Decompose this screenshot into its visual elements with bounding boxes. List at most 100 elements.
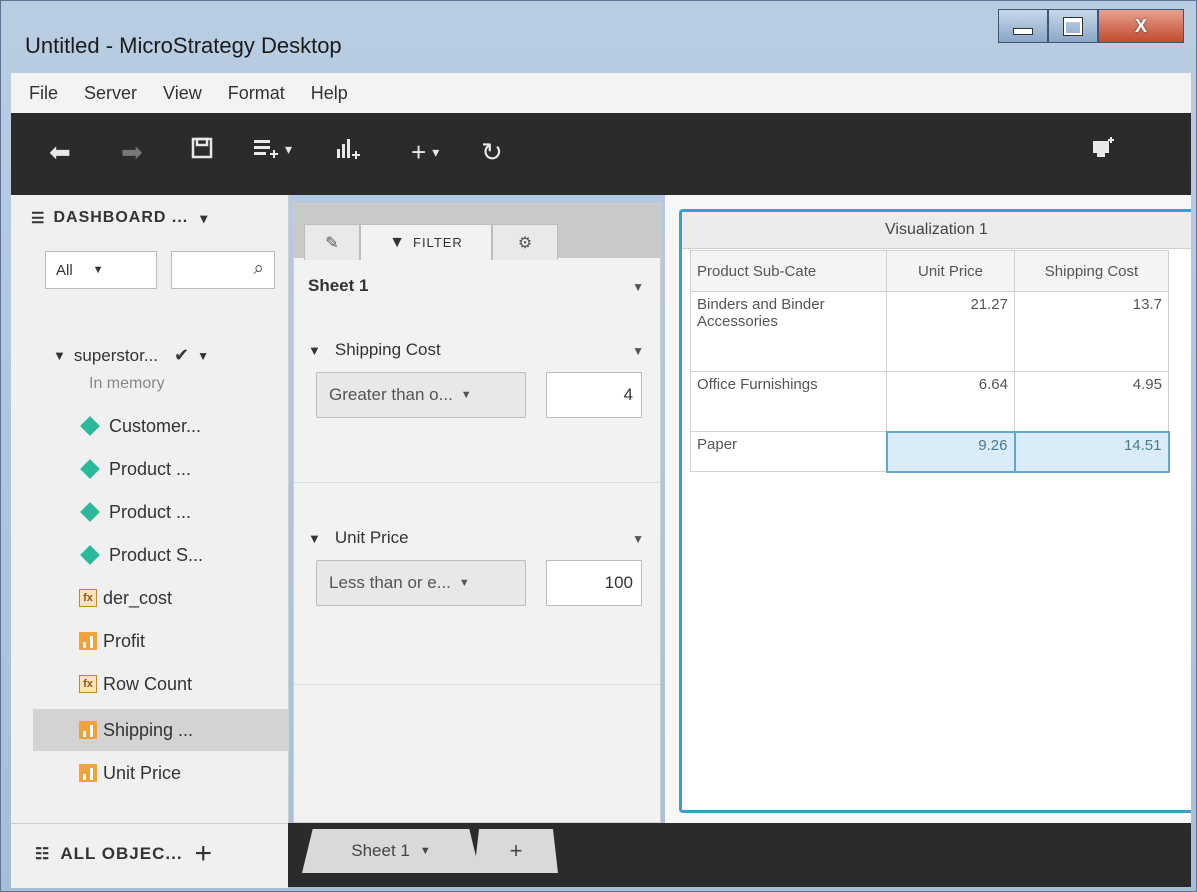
sheet-tab[interactable]: Sheet 1 ▼ <box>302 829 480 873</box>
shipping-cost-operator-select[interactable]: Greater than o... ▼ <box>316 372 526 418</box>
unit-price-operator-select[interactable]: Less than or e... ▼ <box>316 560 526 606</box>
unit-price-value-input[interactable]: 100 <box>546 560 642 606</box>
attribute-icon <box>80 502 100 522</box>
chevron-down-icon: ▼ <box>458 577 470 589</box>
chevron-down-icon: ▾ <box>200 209 209 226</box>
object-item-profit[interactable]: Profit <box>79 624 145 658</box>
present-icon <box>1093 137 1114 157</box>
object-item-product-2[interactable]: Product ... <box>79 495 191 529</box>
unit-price-cell[interactable]: 9.26 <box>885 430 1016 473</box>
visualization-container[interactable]: Visualization 1 Product Sub-Cate Unit Pr… <box>679 209 1191 813</box>
add-visualization-button[interactable] <box>335 137 361 161</box>
row-header-cell[interactable]: Binders and Binder Accessories <box>690 291 887 372</box>
shipping-cost-cell[interactable]: 13.7 <box>1014 291 1169 372</box>
table-row: Binders and Binder Accessories 21.27 13.… <box>690 291 1169 372</box>
object-label: Profit <box>103 630 146 651</box>
metric-icon <box>79 721 97 739</box>
maximize-button[interactable] <box>1048 9 1098 43</box>
sheet-tab-label: Sheet 1 <box>351 841 410 860</box>
object-item-row-count[interactable]: fx Row Count <box>79 667 192 701</box>
object-type-value: All <box>56 261 73 279</box>
derived-metric-icon: fx <box>79 589 97 607</box>
add-dataset-icon[interactable]: + <box>195 839 214 869</box>
insert-icon: + <box>411 137 427 167</box>
shipping-cost-cell[interactable]: 14.51 <box>1013 430 1170 473</box>
object-item-unit-price[interactable]: Unit Price <box>79 756 181 790</box>
unit-price-cell[interactable]: 21.27 <box>886 291 1015 372</box>
all-objects-label: ALL OBJEC... <box>60 844 183 863</box>
all-objects-button[interactable]: ☷ ALL OBJEC... + <box>35 839 214 869</box>
table-row: Paper 9.26 14.51 <box>690 430 1170 473</box>
redo-icon: ➡ <box>121 137 143 167</box>
save-icon <box>191 137 213 159</box>
checkmark-icon: ✔ <box>173 345 190 365</box>
edit-icon: ✎ <box>325 234 339 252</box>
title-bar[interactable]: Untitled - MicroStrategy Desktop X <box>1 1 1197 69</box>
operator-value: Less than or e... <box>329 573 451 592</box>
menu-server[interactable]: Server <box>84 83 137 104</box>
object-item-shipping[interactable]: Shipping ... <box>79 713 193 747</box>
shipping-cost-cell[interactable]: 4.95 <box>1014 371 1169 432</box>
add-sheet-button[interactable]: + <box>474 829 558 873</box>
filter-sheet-selector[interactable]: Sheet 1 ▼ <box>308 276 644 296</box>
collapse-arrow-icon: ▼ <box>308 531 321 546</box>
chevron-down-icon: ▾ <box>432 144 440 160</box>
insert-button[interactable]: + ▾ <box>411 137 439 168</box>
object-label: Product S... <box>109 544 204 565</box>
chevron-down-icon: ▼ <box>632 280 644 294</box>
unit-price-cell[interactable]: 6.64 <box>886 371 1015 432</box>
menu-view[interactable]: View <box>163 83 202 104</box>
add-data-button[interactable]: ▾ <box>253 137 292 161</box>
attribute-icon <box>80 545 100 565</box>
attribute-icon <box>80 416 100 436</box>
redo-button[interactable]: ➡ <box>121 137 143 168</box>
chevron-down-icon: ▾ <box>285 140 293 157</box>
list-icon: ☷ <box>35 846 51 863</box>
row-header-cell[interactable]: Office Furnishings <box>690 371 887 432</box>
menu-format[interactable]: Format <box>228 83 285 104</box>
grid-table: Product Sub-Cate Unit Price Shipping Cos… <box>690 250 1170 473</box>
collapse-arrow-icon: ▼ <box>308 343 321 358</box>
menu-file[interactable]: File <box>29 83 58 104</box>
filter-panel: ✎ ▼ FILTER ⚙ Sheet 1 ▼ ▼ Shipping Cost ▼ … <box>293 203 661 823</box>
tab-editor[interactable]: ✎ <box>304 224 360 260</box>
present-button[interactable] <box>1091 137 1115 159</box>
chevron-down-icon: ▼ <box>419 845 431 857</box>
column-header[interactable]: Product Sub-Cate <box>690 250 887 292</box>
dataset-item[interactable]: ▼ superstor... ✔ ▼ <box>53 345 209 366</box>
minimize-button[interactable] <box>998 9 1048 43</box>
object-label: Row Count <box>103 673 193 694</box>
save-button[interactable] <box>191 137 213 159</box>
object-item-der-cost[interactable]: fx der_cost <box>79 581 172 615</box>
tab-filter-label: FILTER <box>413 235 463 250</box>
object-search-input[interactable]: ⌕ <box>171 251 275 289</box>
close-button[interactable]: X <box>1098 9 1184 43</box>
column-header[interactable]: Unit Price <box>886 250 1015 292</box>
visualization-title[interactable]: Visualization 1 <box>682 212 1191 249</box>
table-row: Office Furnishings 6.64 4.95 <box>690 371 1169 432</box>
filter-unit-price-header[interactable]: ▼ Unit Price ▼ <box>308 528 644 548</box>
chevron-down-icon: ▼ <box>197 348 209 363</box>
column-header[interactable]: Shipping Cost <box>1014 250 1169 292</box>
object-item-customer[interactable]: Customer... <box>79 409 201 443</box>
tab-filter[interactable]: ▼ FILTER <box>360 224 492 260</box>
expand-arrow-icon: ▼ <box>53 348 66 363</box>
object-label: Shipping ... <box>103 719 194 740</box>
object-item-product-sub[interactable]: Product S... <box>79 538 203 572</box>
object-type-select[interactable]: All ▼ <box>45 251 157 289</box>
shipping-cost-value-input[interactable]: 4 <box>546 372 642 418</box>
object-item-product-1[interactable]: Product ... <box>79 452 191 486</box>
tab-properties[interactable]: ⚙ <box>492 224 558 260</box>
filter-shipping-cost-header[interactable]: ▼ Shipping Cost ▼ <box>308 340 644 360</box>
filter-divider <box>294 684 660 685</box>
chevron-down-icon: ▼ <box>632 532 644 546</box>
refresh-button[interactable]: ↻ <box>481 137 503 168</box>
menu-help[interactable]: Help <box>311 83 348 104</box>
object-label: Customer... <box>109 415 202 436</box>
filter-name: Unit Price <box>334 528 409 547</box>
undo-button[interactable]: ⬅ <box>49 137 71 168</box>
filter-name: Shipping Cost <box>334 340 441 359</box>
datasets-header[interactable]: ☰ DASHBOARD ... ▾ <box>31 209 208 227</box>
row-header-cell[interactable]: Paper <box>690 431 887 472</box>
datasets-header-label: DASHBOARD ... <box>53 209 189 226</box>
